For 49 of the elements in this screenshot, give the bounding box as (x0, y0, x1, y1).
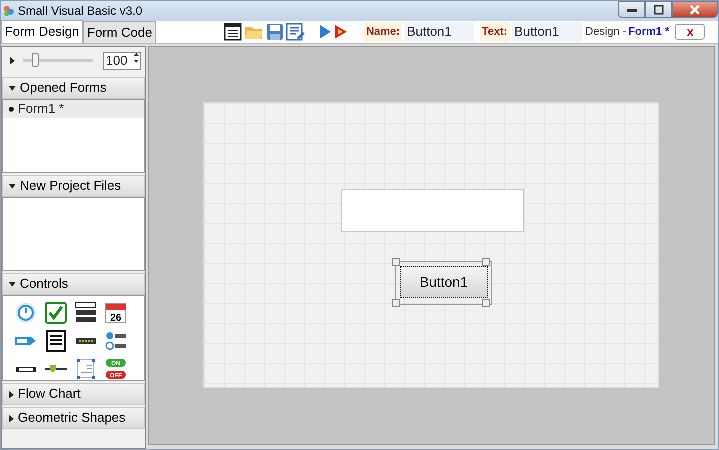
section-header[interactable]: New Project Files (2, 175, 145, 197)
maximize-button[interactable] (645, 1, 672, 18)
power-icon[interactable] (14, 301, 38, 325)
zoom-field[interactable]: 100 (103, 52, 141, 70)
section-header[interactable]: Flow Chart (2, 383, 145, 405)
name-field[interactable]: Button1 (404, 22, 474, 42)
form-name: Form1 * (628, 24, 670, 40)
window-title: Small Visual Basic v3.0 (18, 3, 142, 20)
maximize-icon[interactable] (654, 4, 664, 14)
form-icon[interactable] (224, 23, 242, 41)
list-item[interactable]: Form1 * (3, 100, 144, 118)
slider-thumb[interactable] (32, 53, 40, 67)
tab[interactable]: Form Code (83, 21, 156, 43)
bullet-icon (9, 107, 14, 112)
combobox-icon[interactable] (74, 301, 98, 325)
close-button[interactable] (672, 1, 718, 18)
app-logo-icon (3, 5, 15, 17)
image-box-icon[interactable] (74, 357, 98, 381)
expand-arrow-icon[interactable] (10, 57, 15, 65)
edit-list-icon[interactable] (286, 23, 306, 41)
close-icon[interactable] (689, 4, 701, 14)
calendar-icon[interactable]: 26 (104, 301, 128, 325)
design-label: Design - (586, 24, 627, 40)
collapse-arrow-icon[interactable] (9, 86, 16, 92)
spinner-icon[interactable] (133, 51, 140, 66)
name-label: Name: (364, 22, 402, 42)
expand-arrow-icon[interactable] (9, 390, 14, 399)
text-label: Text: (480, 22, 510, 42)
save-icon[interactable] (266, 23, 284, 41)
form-button[interactable]: Button1 (400, 266, 488, 298)
run-icon[interactable] (334, 24, 348, 40)
section-header[interactable]: Opened Forms (2, 77, 145, 99)
resize-handle[interactable] (392, 299, 400, 307)
minimize-icon[interactable] (626, 8, 636, 12)
resize-handle[interactable] (482, 299, 490, 307)
resize-handle[interactable] (392, 258, 400, 266)
play-icon[interactable] (318, 24, 332, 40)
collapse-arrow-icon[interactable] (9, 184, 16, 190)
expand-arrow-icon[interactable] (9, 414, 14, 423)
checkbox-icon[interactable] (44, 301, 68, 325)
tab[interactable]: Form Design (1, 20, 84, 43)
listbox-icon[interactable] (44, 329, 68, 353)
section-header[interactable]: Geometric Shapes (2, 407, 145, 429)
collapse-arrow-icon[interactable] (9, 282, 16, 288)
section-header[interactable]: Controls (2, 273, 145, 295)
resize-handle[interactable] (482, 258, 490, 266)
minimize-button[interactable] (618, 1, 645, 18)
close-form-button[interactable]: x (675, 24, 706, 40)
text-field[interactable]: Button1 (512, 22, 582, 42)
